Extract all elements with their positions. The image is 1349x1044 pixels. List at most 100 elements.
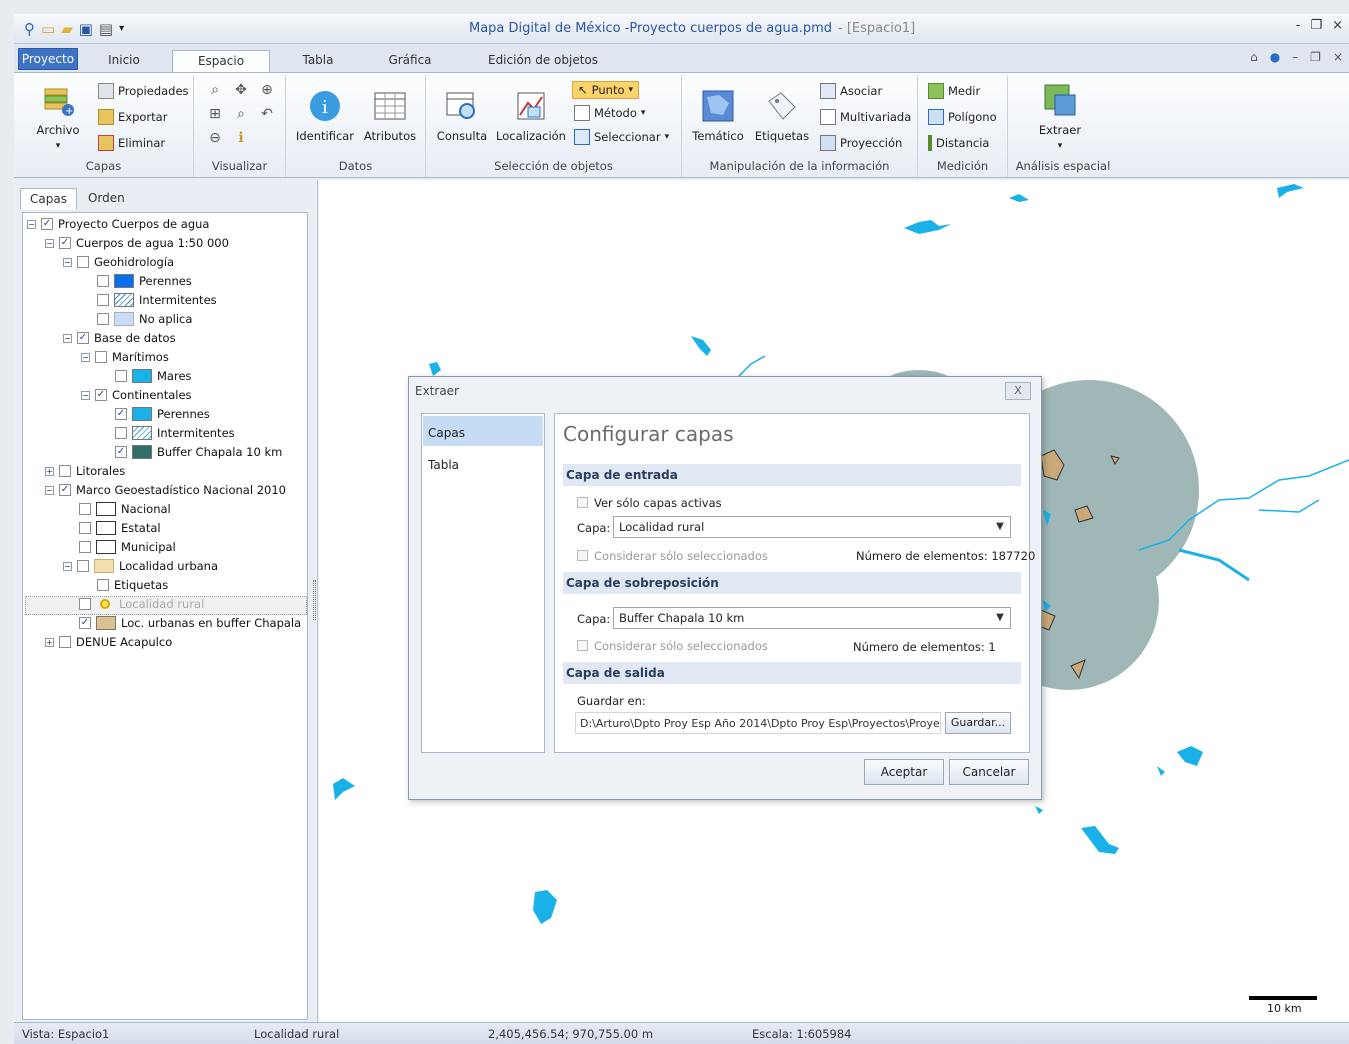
collapse-icon[interactable]: − bbox=[27, 219, 36, 229]
checkbox-unchecked[interactable] bbox=[115, 370, 127, 382]
checkbox-unchecked[interactable] bbox=[79, 541, 91, 553]
checkbox-unchecked[interactable] bbox=[95, 351, 107, 363]
exportar-button[interactable]: Exportar bbox=[98, 109, 167, 125]
expand-icon[interactable]: + bbox=[45, 637, 54, 647]
tab-orden[interactable]: Orden bbox=[79, 188, 134, 210]
guardar-button[interactable]: Guardar... bbox=[945, 712, 1011, 734]
checkbox-unchecked[interactable] bbox=[577, 497, 588, 508]
identificar-button[interactable]: i Identificar bbox=[292, 89, 358, 143]
chevron-down-icon[interactable]: ▼ bbox=[992, 519, 1008, 535]
tree-node-intermitentes-continentales[interactable]: Intermitentes bbox=[115, 424, 235, 442]
layout-icon[interactable]: ▤ bbox=[99, 20, 113, 38]
tree-node-proyecto[interactable]: − ✓ Proyecto Cuerpos de agua bbox=[27, 215, 209, 233]
collapse-icon[interactable]: − bbox=[81, 352, 90, 362]
atributos-button[interactable]: Atributos bbox=[360, 89, 420, 143]
tab-proyecto[interactable]: Proyecto bbox=[18, 48, 78, 70]
checkbox-checked[interactable]: ✓ bbox=[59, 484, 71, 496]
checkbox-unchecked[interactable] bbox=[115, 427, 127, 439]
collapse-icon[interactable]: − bbox=[63, 561, 72, 571]
tree-node-no-aplica[interactable]: No aplica bbox=[97, 310, 192, 328]
restore-button[interactable]: ❐ bbox=[1310, 18, 1322, 33]
tab-inicio[interactable]: Inicio bbox=[94, 50, 154, 72]
tree-node-perennes-continentales[interactable]: ✓ Perennes bbox=[115, 405, 210, 423]
checkbox-unchecked[interactable] bbox=[59, 636, 71, 648]
dialog-close-button[interactable]: X bbox=[1005, 382, 1031, 400]
tree-node-intermitentes[interactable]: Intermitentes bbox=[97, 291, 217, 309]
info-pin-icon[interactable]: ℹ bbox=[232, 129, 250, 147]
aceptar-button[interactable]: Aceptar bbox=[864, 759, 944, 785]
tree-node-estatal[interactable]: Estatal bbox=[79, 519, 161, 537]
tree-node-nacional[interactable]: Nacional bbox=[79, 500, 171, 518]
tree-node-denue[interactable]: + DENUE Acapulco bbox=[45, 633, 172, 651]
close-button[interactable]: × bbox=[1332, 18, 1343, 33]
checkbox-checked[interactable]: ✓ bbox=[95, 389, 107, 401]
tree-node-continentales[interactable]: − ✓ Continentales bbox=[81, 386, 192, 404]
collapse-icon[interactable]: − bbox=[81, 390, 90, 400]
zoom-window-icon[interactable]: ⌕ bbox=[206, 81, 224, 99]
tree-node-litorales[interactable]: + Litorales bbox=[45, 462, 125, 480]
checkbox-unchecked[interactable] bbox=[97, 313, 109, 325]
collapse-icon[interactable]: − bbox=[45, 238, 54, 248]
eliminar-button[interactable]: Eliminar bbox=[98, 135, 165, 151]
consulta-button[interactable]: Consulta bbox=[434, 89, 490, 143]
tree-node-cuerpos[interactable]: − ✓ Cuerpos de agua 1:50 000 bbox=[45, 234, 229, 252]
help-icon[interactable]: ● bbox=[1270, 50, 1280, 64]
ribbon-minimize-icon[interactable]: – bbox=[1292, 50, 1298, 64]
considerar-entrada-checkbox[interactable]: Considerar sólo seleccionados bbox=[577, 549, 768, 563]
checkbox-unchecked[interactable] bbox=[79, 503, 91, 515]
tree-node-etiquetas[interactable]: Etiquetas bbox=[97, 576, 168, 594]
collapse-icon[interactable]: − bbox=[63, 333, 72, 343]
archivo-button[interactable]: + Archivo ▾ bbox=[34, 83, 82, 151]
tab-espacio[interactable]: Espacio bbox=[172, 50, 270, 73]
distancia-button[interactable]: Distancia bbox=[928, 135, 989, 151]
checkbox-unchecked[interactable] bbox=[77, 560, 89, 572]
proyeccion-button[interactable]: Proyección bbox=[820, 135, 902, 151]
tab-edicion-objetos[interactable]: Edición de objetos bbox=[484, 50, 602, 72]
tree-node-loc-urbanas-buffer[interactable]: ✓ Loc. urbanas en buffer Chapala bbox=[79, 614, 301, 632]
checkbox-unchecked[interactable] bbox=[97, 275, 109, 287]
checkbox-checked[interactable]: ✓ bbox=[41, 218, 53, 230]
etiquetas-button[interactable]: Etiquetas bbox=[752, 89, 812, 143]
zoom-in-icon[interactable]: ⌕ bbox=[232, 105, 250, 123]
customize-dropdown-icon[interactable]: ▾ bbox=[119, 20, 124, 38]
tree-node-geohidrologia[interactable]: − Geohidrología bbox=[63, 253, 174, 271]
considerar-sobreposicion-checkbox[interactable]: Considerar sólo seleccionados bbox=[577, 639, 768, 653]
medir-button[interactable]: Medir bbox=[928, 83, 980, 99]
tab-tabla[interactable]: Tabla bbox=[288, 50, 348, 72]
checkbox-unchecked[interactable] bbox=[97, 579, 109, 591]
checkbox-unchecked[interactable] bbox=[79, 598, 91, 610]
new-file-icon[interactable]: ▭ bbox=[41, 20, 55, 38]
ribbon-close-icon[interactable]: × bbox=[1333, 50, 1343, 64]
checkbox-checked[interactable]: ✓ bbox=[77, 332, 89, 344]
nav-tabla[interactable]: Tabla bbox=[423, 448, 543, 478]
checkbox-checked[interactable]: ✓ bbox=[115, 408, 127, 420]
chevron-down-icon[interactable]: ▼ bbox=[992, 610, 1008, 626]
pan-icon[interactable]: ✥ bbox=[232, 81, 250, 99]
seleccionar-dropdown[interactable]: Seleccionar ▾ bbox=[574, 129, 669, 145]
home-icon[interactable]: ⌂ bbox=[1250, 50, 1258, 64]
localizacion-button[interactable]: Localización bbox=[496, 89, 566, 143]
tab-capas[interactable]: Capas bbox=[20, 188, 77, 210]
tree-node-localidad-urbana[interactable]: − Localidad urbana bbox=[63, 557, 218, 575]
ribbon-restore-icon[interactable]: ❐ bbox=[1310, 50, 1321, 64]
tree-node-mares[interactable]: Mares bbox=[115, 367, 192, 385]
checkbox-unchecked[interactable] bbox=[77, 256, 89, 268]
zoom-out-icon[interactable]: ⊖ bbox=[206, 129, 224, 147]
zoom-extent-icon[interactable]: ⊕ bbox=[258, 81, 276, 99]
tematico-button[interactable]: Temático bbox=[688, 89, 748, 143]
cancelar-button[interactable]: Cancelar bbox=[949, 759, 1029, 785]
checkbox-unchecked[interactable] bbox=[59, 465, 71, 477]
collapse-icon[interactable]: − bbox=[63, 257, 72, 267]
checkbox-checked[interactable]: ✓ bbox=[79, 617, 91, 629]
save-icon[interactable]: ▣ bbox=[79, 20, 93, 38]
capa-entrada-select[interactable]: Localidad rural ▼ bbox=[613, 516, 1011, 538]
extraer-button[interactable]: Extraer ▾ bbox=[1030, 83, 1090, 151]
location-pin-icon[interactable]: ⚲ bbox=[24, 20, 35, 38]
panel-splitter[interactable] bbox=[313, 580, 316, 620]
tree-node-perennes[interactable]: Perennes bbox=[97, 272, 192, 290]
checkbox-unchecked[interactable] bbox=[97, 294, 109, 306]
open-folder-icon[interactable]: ▰ bbox=[61, 20, 73, 38]
zoom-layer-icon[interactable]: ⊞ bbox=[206, 105, 224, 123]
checkbox-checked[interactable]: ✓ bbox=[59, 237, 71, 249]
asociar-button[interactable]: Asociar bbox=[820, 83, 882, 99]
